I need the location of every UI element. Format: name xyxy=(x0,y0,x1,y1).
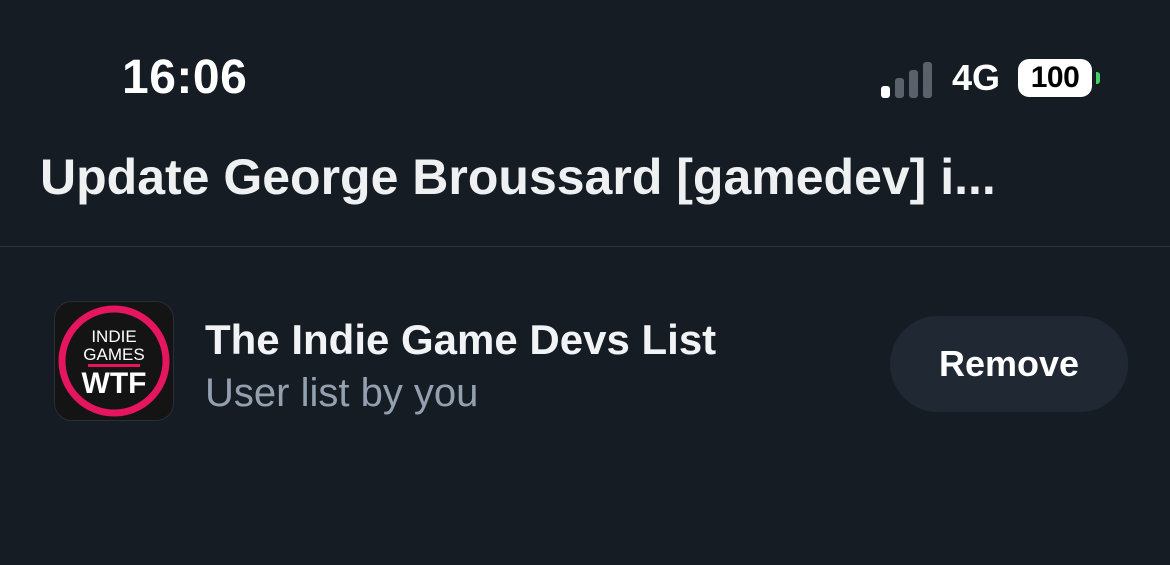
list-name[interactable]: The Indie Game Devs List xyxy=(205,314,716,366)
status-indicators: 4G 100 xyxy=(880,56,1100,100)
cellular-signal-icon xyxy=(880,58,932,98)
indie-games-wtf-logo: INDIE GAMES WTF xyxy=(55,302,173,420)
logo-line3: WTF xyxy=(82,367,147,400)
battery-icon: 100 xyxy=(1018,59,1100,97)
signal-bar xyxy=(894,78,904,98)
signal-bar xyxy=(880,86,890,98)
page-title: Update George Broussard [gamedev] i... xyxy=(40,149,996,205)
signal-bar xyxy=(908,70,918,98)
list-avatar: INDIE GAMES WTF xyxy=(54,301,174,421)
signal-bar xyxy=(922,62,932,98)
header-divider xyxy=(0,246,1170,247)
battery-level: 100 xyxy=(1030,61,1080,94)
list-subtitle: User list by you xyxy=(205,371,479,415)
status-time: 16:06 xyxy=(122,51,248,104)
list-item: INDIE GAMES WTF The Indie Game Devs List… xyxy=(0,270,1170,450)
remove-button[interactable]: Remove xyxy=(890,316,1128,412)
logo-line2: GAMES xyxy=(83,345,144,364)
logo-line1: INDIE xyxy=(91,327,136,346)
modal-sheet: 16:06 4G 100 Update George Broussard [ga… xyxy=(0,0,1170,565)
battery-tip xyxy=(1096,72,1100,84)
network-type: 4G xyxy=(951,57,1000,98)
